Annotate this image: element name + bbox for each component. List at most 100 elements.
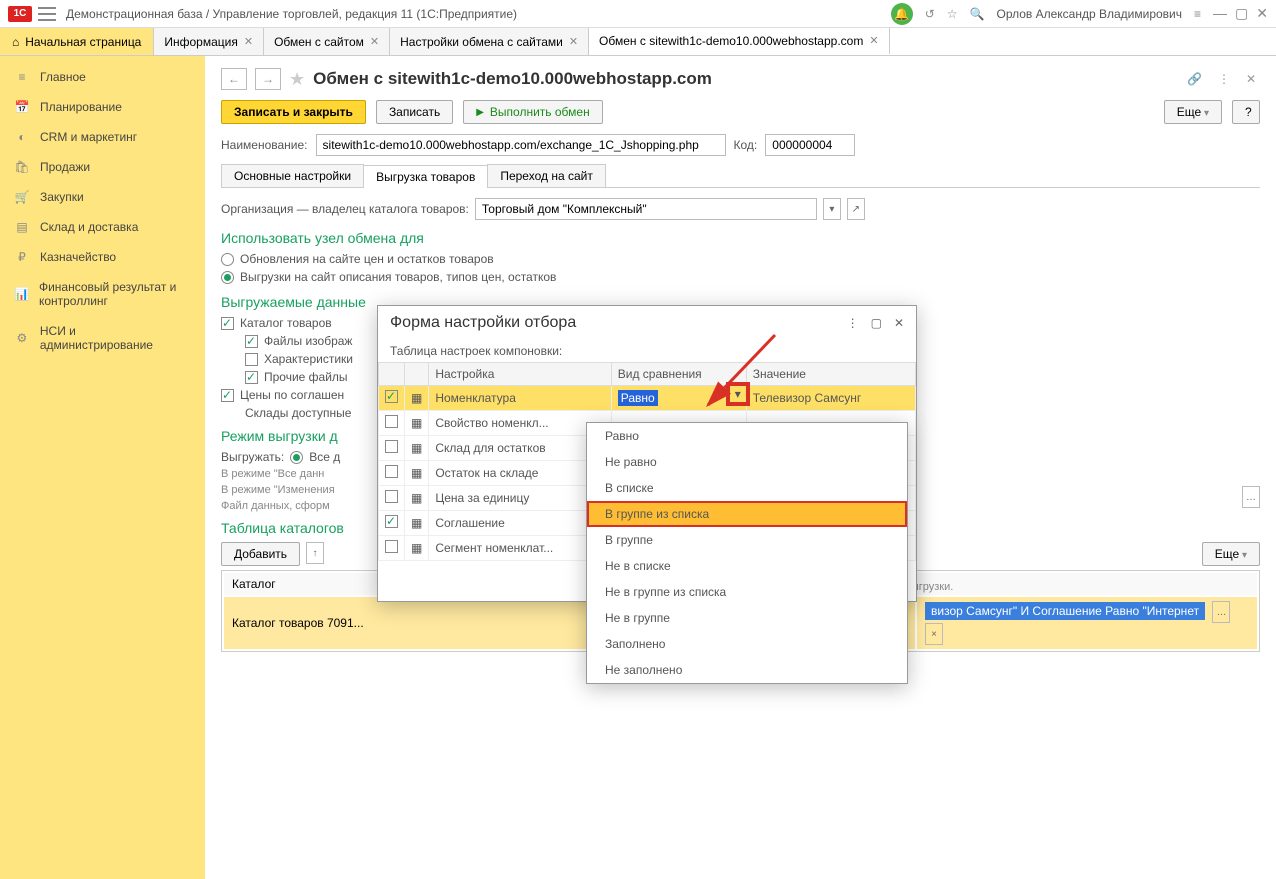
dropdown-item[interactable]: Заполнено [587, 631, 907, 657]
favorite-icon[interactable]: ★ [289, 69, 305, 90]
more-button-2[interactable]: Еще [1202, 542, 1260, 566]
sidebar-label: НСИ и администрирование [40, 324, 191, 352]
code-input[interactable] [765, 134, 855, 156]
dropdown-item[interactable]: В группе из списка [587, 501, 907, 527]
execute-exchange-button[interactable]: Выполнить обмен [463, 100, 603, 124]
menu-icon[interactable] [38, 7, 56, 21]
dialog-maximize-icon[interactable]: ▢ [871, 316, 882, 330]
org-value[interactable]: Торговый дом "Комплексный" [475, 198, 817, 220]
up-button[interactable]: ↑ [306, 542, 324, 564]
search-icon[interactable]: 🔍 [970, 7, 985, 21]
tab-settings[interactable]: Настройки обмена с сайтами✕ [390, 28, 589, 55]
cb-prices[interactable] [221, 389, 234, 402]
setting-cell[interactable]: Сегмент номенклат... [429, 536, 611, 561]
dropdown-item[interactable]: В группе [587, 527, 907, 553]
sidebar-item-1[interactable]: 📅Планирование [0, 92, 205, 122]
minimize-icon[interactable]: — [1213, 5, 1227, 22]
username[interactable]: Орлов Александр Владимирович [997, 7, 1183, 21]
maximize-icon[interactable]: ▢ [1235, 5, 1248, 22]
row-checkbox[interactable] [385, 490, 398, 503]
radio-all-data[interactable] [290, 451, 303, 464]
cb-images[interactable] [245, 335, 258, 348]
sidebar-item-3[interactable]: 🛍Продажи [0, 152, 205, 182]
dropdown-item[interactable]: Не равно [587, 449, 907, 475]
back-button[interactable]: ← [221, 68, 247, 90]
save-button[interactable]: Записать [376, 100, 453, 124]
dialog-menu-icon[interactable]: ⋮ [847, 316, 859, 330]
row-checkbox[interactable] [385, 415, 398, 428]
close-tab-icon[interactable]: ✕ [569, 35, 578, 48]
sidebar-item-2[interactable]: ◐CRM и маркетинг [0, 122, 205, 152]
help-button[interactable]: ? [1232, 100, 1260, 124]
cb-other-files[interactable] [245, 371, 258, 384]
history-icon[interactable]: ↺ [925, 7, 935, 21]
more-icon[interactable]: ⋮ [1214, 70, 1234, 88]
tab-main-settings[interactable]: Основные настройки [221, 164, 364, 187]
cb-catalog[interactable] [221, 317, 234, 330]
value-cell[interactable]: Телевизор Самсунг [746, 386, 915, 411]
row-checkbox[interactable] [385, 540, 398, 553]
close-tab-icon[interactable]: ✕ [370, 35, 379, 48]
ellipsis-button[interactable]: … [1242, 486, 1260, 508]
setting-cell[interactable]: Склад для остатков [429, 436, 611, 461]
filter-summary[interactable]: визор Самсунг" И Соглашение Равно "Интер… [925, 602, 1205, 620]
close-icon[interactable]: ✕ [1256, 5, 1268, 22]
sidebar-icon: ⚙ [14, 331, 30, 345]
ellipsis-icon[interactable]: … [1212, 601, 1230, 623]
row-checkbox[interactable] [385, 390, 398, 403]
sidebar-item-6[interactable]: ₽Казначейство [0, 242, 205, 272]
row-checkbox[interactable] [385, 515, 398, 528]
star-icon[interactable]: ☆ [947, 7, 958, 21]
sidebar-item-4[interactable]: 🛒Закупки [0, 182, 205, 212]
dropdown-item[interactable]: В списке [587, 475, 907, 501]
name-input[interactable] [316, 134, 726, 156]
setting-cell[interactable]: Остаток на складе [429, 461, 611, 486]
add-button[interactable]: Добавить [221, 542, 300, 566]
dropdown-item[interactable]: Не в списке [587, 553, 907, 579]
col-setting[interactable]: Настройка [429, 363, 611, 386]
sidebar-item-0[interactable]: ≡Главное [0, 62, 205, 92]
setting-cell[interactable]: Номенклатура [429, 386, 611, 411]
clear-icon[interactable]: × [925, 623, 943, 645]
close-tab-icon[interactable]: ✕ [869, 34, 878, 47]
row-checkbox[interactable] [385, 440, 398, 453]
dropdown-item[interactable]: Не заполнено [587, 657, 907, 683]
sidebar-item-7[interactable]: 📊Финансовый результат и контроллинг [0, 272, 205, 316]
tab-goods-upload[interactable]: Выгрузка товаров [363, 165, 488, 188]
forward-button[interactable]: → [255, 68, 281, 90]
bell-icon[interactable]: 🔔 [891, 3, 913, 25]
radio-update[interactable] [221, 253, 234, 266]
tab-info[interactable]: Информация✕ [154, 28, 264, 55]
setting-cell[interactable]: Свойство номенкл... [429, 411, 611, 436]
dropdown-item[interactable]: Равно [587, 423, 907, 449]
dialog-close-icon[interactable]: ✕ [894, 316, 904, 330]
catalog-cell[interactable]: Каталог товаров 7091... [224, 597, 613, 649]
home-tab[interactable]: ⌂ Начальная страница [0, 28, 154, 55]
comparison-dropdown-icon[interactable]: ▾ [728, 384, 748, 404]
save-close-button[interactable]: Записать и закрыть [221, 100, 366, 124]
close-page-icon[interactable]: ✕ [1242, 70, 1260, 88]
col-comparison[interactable]: Вид сравнения [611, 363, 746, 386]
comparison-value[interactable]: Равно [618, 390, 658, 406]
dropdown-item[interactable]: Не в группе [587, 605, 907, 631]
close-tab-icon[interactable]: ✕ [244, 35, 253, 48]
setting-cell[interactable]: Соглашение [429, 511, 611, 536]
col-value[interactable]: Значение [746, 363, 915, 386]
open-icon[interactable]: ↗ [847, 198, 865, 220]
dropdown-icon[interactable]: ▾ [823, 198, 841, 220]
dropdown-item[interactable]: Не в группе из списка [587, 579, 907, 605]
cb-characteristics[interactable] [245, 353, 258, 366]
sidebar-icon: 📊 [14, 287, 29, 301]
settings-icon[interactable]: ≡ [1194, 7, 1201, 21]
sidebar-item-5[interactable]: ▤Склад и доставка [0, 212, 205, 242]
filter-row[interactable]: ▦НоменклатураРавно▾Телевизор Самсунг [379, 386, 916, 411]
more-button[interactable]: Еще [1164, 100, 1222, 124]
radio-upload[interactable] [221, 271, 234, 284]
row-checkbox[interactable] [385, 465, 398, 478]
tab-goto-site[interactable]: Переход на сайт [487, 164, 606, 187]
tab-site[interactable]: Обмен с sitewith1c-demo10.000webhostapp.… [589, 28, 890, 55]
link-icon[interactable]: 🔗 [1183, 70, 1206, 88]
tab-exchange[interactable]: Обмен с сайтом✕ [264, 28, 390, 55]
setting-cell[interactable]: Цена за единицу [429, 486, 611, 511]
sidebar-item-8[interactable]: ⚙ НСИ и администрирование [0, 316, 205, 360]
